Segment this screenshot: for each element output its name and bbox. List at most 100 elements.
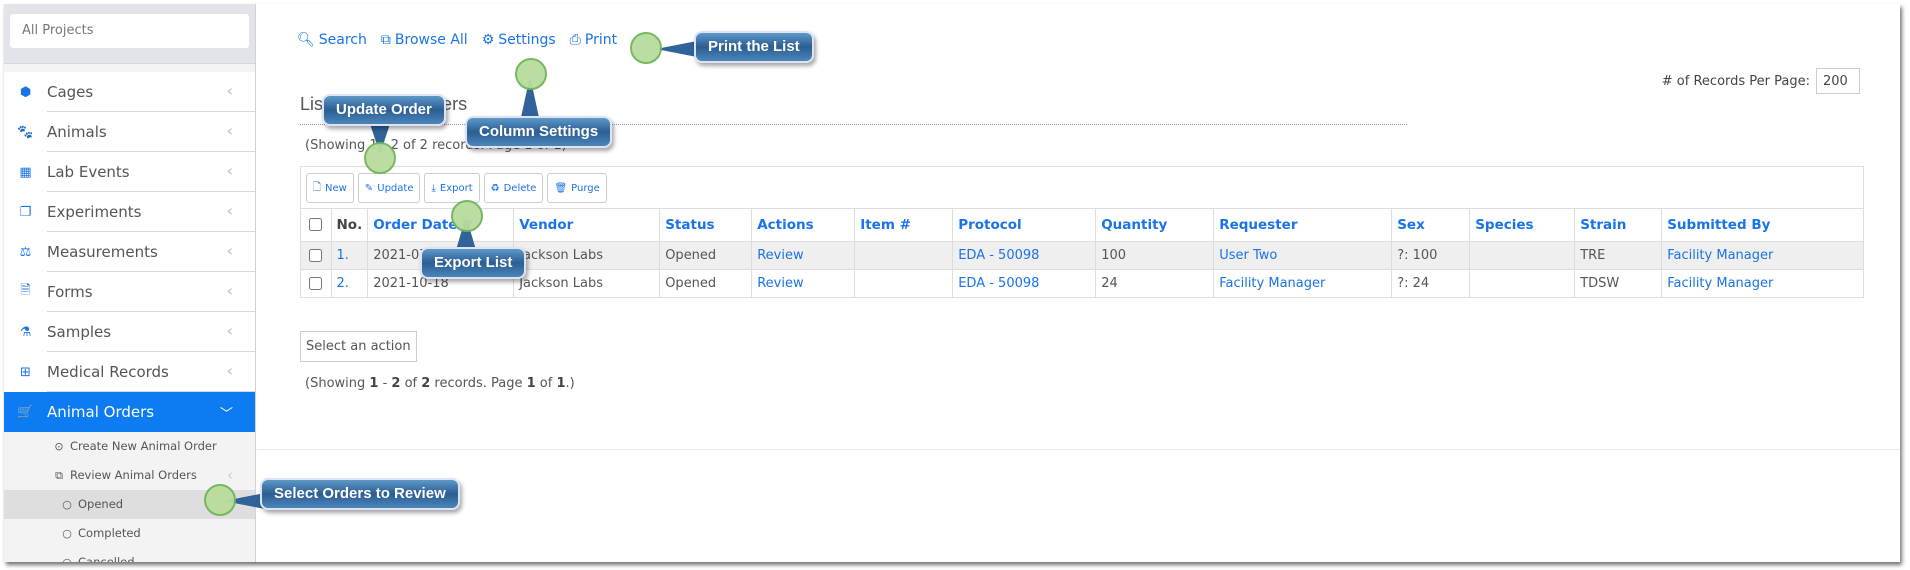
submenu-label: Create New Animal Order	[70, 439, 217, 453]
col-strain[interactable]: Strain	[1574, 209, 1662, 241]
delete-label: Delete	[503, 182, 537, 194]
circle-icon: ○	[60, 548, 74, 562]
table-row: 1. 2021-07-15 Jackson Labs Opened Review…	[301, 240, 1863, 269]
export-button[interactable]: ⤓ Export	[424, 173, 480, 203]
search-icon: 🔍︎	[297, 32, 315, 48]
table-actions: 🗋 New ✎ Update ⤓ Export ♻ Delete 🗑 Purge	[301, 167, 1863, 209]
submitted-by-link[interactable]: Facility Manager	[1661, 240, 1863, 269]
select-action-dropdown[interactable]: Select an action	[300, 331, 417, 362]
print-link[interactable]: ⎙ Print	[570, 32, 617, 48]
sidebar-item-label: Cages	[47, 83, 94, 101]
submenu-label: Cancelled	[78, 555, 135, 562]
submenu-cancelled[interactable]: ○ Cancelled	[4, 548, 255, 562]
new-label: New	[325, 182, 347, 194]
sidebar-item-animal-orders[interactable]: 🛒 Animal Orders ﹀	[4, 392, 255, 432]
row-checkbox[interactable]	[309, 276, 323, 290]
browse-all-link[interactable]: ⧉ Browse All	[381, 32, 468, 48]
col-sex[interactable]: Sex	[1391, 209, 1470, 241]
submenu-create-new-animal-order[interactable]: ⊙ Create New Animal Order	[4, 432, 255, 461]
callout-print-the-list: Print the List	[694, 31, 814, 63]
callout-column-settings: Column Settings	[465, 116, 613, 148]
row-checkbox[interactable]	[309, 248, 323, 262]
chevron-left-icon: ‹	[226, 281, 233, 300]
dot-circle-icon: ⊙	[54, 440, 64, 453]
col-no: No.	[330, 209, 368, 241]
download-icon: ⤓	[431, 182, 436, 194]
update-button[interactable]: ✎ Update	[357, 173, 421, 203]
submitted-by-link[interactable]: Facility Manager	[1661, 268, 1863, 297]
col-species[interactable]: Species	[1469, 209, 1575, 241]
records-per-page-input[interactable]	[1816, 68, 1860, 94]
callout-marker	[204, 484, 236, 516]
col-quantity[interactable]: Quantity	[1095, 209, 1214, 241]
new-button[interactable]: 🗋 New	[306, 173, 354, 203]
col-status[interactable]: Status	[659, 209, 752, 241]
sidebar-spacer	[4, 64, 255, 72]
text: .)	[565, 376, 575, 391]
row-number-link[interactable]: 2.	[330, 268, 368, 297]
records-per-page-label: # of Records Per Page:	[1661, 73, 1810, 89]
protocol-link[interactable]: EDA - 50098	[952, 240, 1096, 269]
sidebar-item-animals[interactable]: 🐾 Animals ‹	[4, 112, 255, 152]
total-pages: 1	[556, 376, 566, 391]
settings-link[interactable]: ⚙ Settings	[482, 32, 556, 48]
protocol-link[interactable]: EDA - 50098	[952, 268, 1096, 297]
sidebar-item-measurements[interactable]: ⚖ Measurements ‹	[4, 232, 255, 272]
callout-marker	[515, 58, 547, 90]
purge-label: Purge	[571, 182, 600, 194]
search-link[interactable]: 🔍︎ Search	[297, 32, 367, 48]
chevron-down-icon: ﹀	[219, 407, 233, 422]
review-link[interactable]: Review	[751, 240, 855, 269]
col-order-date-label: Order Date	[373, 216, 458, 233]
select-all-checkbox[interactable]	[309, 218, 323, 232]
sidebar-item-label: Lab Events	[47, 163, 130, 181]
purge-button[interactable]: 🗑 Purge	[547, 173, 607, 203]
cart-icon: 🛒	[17, 404, 34, 420]
vendor: Jackson Labs	[513, 240, 660, 269]
file-icon: 🗋	[313, 181, 322, 193]
orders-table-container: 🗋 New ✎ Update ⤓ Export ♻ Delete 🗑 Purge No. …	[300, 166, 1864, 298]
col-item-number[interactable]: Item #	[854, 209, 953, 241]
sidebar-item-cages[interactable]: ⬢ Cages ‹	[4, 72, 255, 112]
sidebar-item-experiments[interactable]: ❐ Experiments ‹	[4, 192, 255, 232]
sidebar-item-label: Experiments	[47, 203, 142, 221]
species	[1469, 268, 1575, 297]
requester-link[interactable]: Facility Manager	[1213, 268, 1392, 297]
col-order-date[interactable]: Order Date ▼	[367, 209, 514, 241]
col-protocol[interactable]: Protocol	[952, 209, 1096, 241]
clone-icon: ⧉	[380, 32, 391, 48]
balance-scale-icon: ⚖	[19, 244, 32, 260]
table-row: 2. 2021-10-18 Jackson Labs Opened Review…	[301, 268, 1863, 297]
submenu-label: Opened	[78, 497, 124, 511]
delete-button[interactable]: ♻ Delete	[483, 173, 544, 203]
sidebar-item-label: Medical Records	[47, 363, 169, 381]
status: Opened	[659, 240, 752, 269]
review-link[interactable]: Review	[751, 268, 855, 297]
row-number-link[interactable]: 1.	[330, 240, 368, 269]
sidebar-item-medical-records[interactable]: ⊞ Medical Records ‹	[4, 352, 255, 392]
print-label: Print	[584, 32, 618, 48]
sidebar-item-samples[interactable]: ⚗ Samples ‹	[4, 312, 255, 352]
circle-icon: ○	[62, 527, 72, 540]
col-actions[interactable]: Actions	[751, 209, 855, 241]
col-vendor[interactable]: Vendor	[513, 209, 660, 241]
col-requester[interactable]: Requester	[1213, 209, 1392, 241]
callout-export-list: Export List	[420, 247, 527, 279]
requester-link[interactable]: User Two	[1213, 240, 1392, 269]
strain: TRE	[1574, 240, 1662, 269]
project-selector[interactable]: All Projects	[10, 14, 249, 48]
callout-marker	[451, 200, 483, 232]
callout-select-orders-to-review: Select Orders to Review	[260, 478, 460, 510]
calendar-icon: ▦	[19, 164, 32, 180]
text: (Showing	[305, 376, 370, 391]
chevron-left-icon: ‹	[226, 361, 233, 380]
sidebar-item-lab-events[interactable]: ▦ Lab Events ‹	[4, 152, 255, 192]
sidebar-item-forms[interactable]: 🗎 Forms ‹	[4, 272, 255, 312]
strain: TDSW	[1574, 268, 1662, 297]
row-select-cell	[301, 240, 331, 269]
search-label: Search	[318, 32, 367, 48]
submenu-completed[interactable]: ○ Completed	[4, 519, 255, 548]
text: -	[378, 376, 392, 391]
text: of	[400, 376, 422, 391]
col-submitted-by[interactable]: Submitted By	[1661, 209, 1863, 241]
